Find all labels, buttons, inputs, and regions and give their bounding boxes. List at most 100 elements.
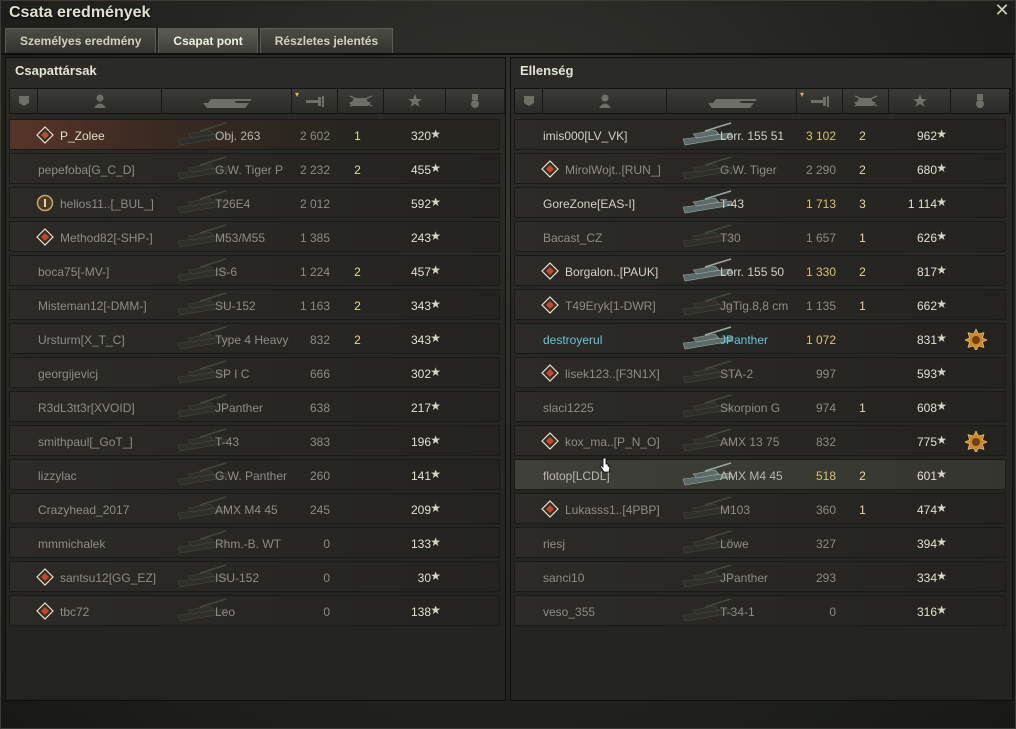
star-icon: ★	[936, 161, 947, 175]
damage-icon	[809, 94, 831, 108]
player-name: imis000[LV_VK]	[543, 129, 628, 143]
star-icon: ★	[430, 263, 441, 277]
tab-detailed-report[interactable]: Részletes jelentés	[259, 28, 394, 53]
enemy-player-row[interactable]: destroyerul JPanther 1 072 831 ★	[514, 323, 1006, 354]
enemy-sort-medal-button[interactable]	[951, 89, 1010, 113]
team-sort-xp-star-button[interactable]	[384, 89, 446, 113]
enemy-sort-player-button[interactable]	[543, 89, 667, 113]
enemy-player-row[interactable]: slaci1225 Skorpion G 974 1 608 ★	[514, 391, 1006, 422]
enemy-player-row[interactable]: riesj Löwe 327 394 ★	[514, 527, 1006, 558]
team-player-row[interactable]: tbc72 Leo 0 138 ★	[9, 595, 500, 626]
team-list: P_Zolee Obj. 263 2 602 1 320 ★ pepefoba[G_C_D]…	[9, 119, 500, 629]
team-player-row[interactable]: lizzylac G.W. Panther 260 141 ★	[9, 459, 500, 490]
medal-icon	[975, 93, 985, 109]
enemy-player-row[interactable]: kox_ma..[P_N_O] AMX 13 75 832 775 ★	[514, 425, 1006, 456]
xp-value: 196	[410, 435, 431, 449]
player-name: Lukasss1..[4PBP]	[565, 503, 660, 517]
enemy-player-row[interactable]: flotop[LCDL] AMX M4 45 518 2 601 ★	[514, 459, 1006, 490]
xp-value: 343	[410, 333, 431, 347]
kills-value: 2	[859, 163, 866, 177]
diamond-icon	[36, 602, 54, 620]
player-name: P_Zolee	[60, 129, 105, 143]
kills-value: 1	[354, 129, 361, 143]
enemy-player-row[interactable]: Lukasss1..[4PBP] M103 360 1 474 ★	[514, 493, 1006, 524]
star-icon: ★	[936, 127, 947, 141]
enemy-player-row[interactable]: MirolWojt..[RUN_] G.W. Tiger 2 290 2 680 ★	[514, 153, 1006, 184]
enemy-player-row[interactable]: lisek123..[F3N1X] STA-2 997 593 ★	[514, 357, 1006, 388]
team-sort-platoon-button[interactable]	[10, 89, 38, 113]
player-name: tbc72	[60, 605, 90, 619]
enemy-player-row[interactable]: GoreZone[EAS-I] T-43 1 713 3 1 114 ★	[514, 187, 1006, 218]
player-name: T49Eryk[1-DWR]	[565, 299, 656, 313]
damage-value: 1 330	[805, 265, 836, 279]
enemy-sort-xp-star-button[interactable]	[889, 89, 951, 113]
enemy-player-row[interactable]: Bacast_CZ T30 1 657 1 626 ★	[514, 221, 1006, 252]
team-sort-damage-button[interactable]: ▾	[292, 89, 338, 113]
xp-value: 343	[410, 299, 431, 313]
xp-value: 662	[916, 299, 937, 313]
diamond-icon	[541, 296, 559, 314]
enemy-sort-vehicle-button[interactable]	[667, 89, 797, 113]
enemy-sort-damage-button[interactable]: ▾	[797, 89, 843, 113]
team-sort-vehicle-button[interactable]	[162, 89, 292, 113]
player-name: santsu12[GG_EZ]	[60, 571, 157, 585]
enemy-player-row[interactable]: imis000[LV_VK] Lorr. 155 51 3 102 2 962 ★	[514, 119, 1006, 150]
team-player-row[interactable]: smithpaul[_GoT_] T-43 383 196 ★	[9, 425, 500, 456]
star-icon: ★	[936, 603, 947, 617]
team-player-row[interactable]: P_Zolee Obj. 263 2 602 1 320 ★	[9, 119, 500, 150]
sort-arrow-icon: ▾	[800, 90, 805, 99]
team-player-row[interactable]: Ursturm[X_T_C] Type 4 Heavy 832 2 343 ★	[9, 323, 500, 354]
tab-team-score[interactable]: Csapat pont	[158, 28, 258, 53]
enemy-panel-title: Ellenség	[520, 63, 574, 78]
team-sort-player-button[interactable]	[38, 89, 162, 113]
team-player-row[interactable]: Method82[-SHP-] M53/M55 1 385 243 ★	[9, 221, 500, 252]
vehicle-name: SU-152	[215, 299, 256, 313]
tab-bar: Személyes eredmény Csapat pont Részletes…	[5, 28, 395, 53]
star-icon: ★	[936, 399, 947, 413]
xp-value: 209	[410, 503, 431, 517]
enemy-sort-kills-button[interactable]	[843, 89, 889, 113]
close-icon[interactable]: ✕	[993, 1, 1011, 19]
team-player-row[interactable]: mmmichalek Rhm.-B. WT 0 133 ★	[9, 527, 500, 558]
damage-value: 0	[829, 605, 836, 619]
team-player-row[interactable]: pepefoba[G_C_D] G.W. Tiger P2 232 2 455 ★	[9, 153, 500, 184]
team-player-row[interactable]: Misteman12[-DMM-] SU-152 1 163 2 343 ★	[9, 289, 500, 320]
damage-value: 293	[815, 571, 836, 585]
kills-value: 2	[354, 163, 361, 177]
xp-value: 680	[916, 163, 937, 177]
star-icon: ★	[430, 535, 441, 549]
vehicle-icon	[704, 93, 760, 109]
tab-personal-results[interactable]: Személyes eredmény	[5, 28, 157, 53]
kills-value: 1	[859, 503, 866, 517]
xp-value: 334	[916, 571, 937, 585]
diamond-icon	[541, 432, 559, 450]
team-sort-medal-button[interactable]	[446, 89, 505, 113]
damage-value: 2 290	[805, 163, 836, 177]
team-player-row[interactable]: R3dL3tt3r[XVOID] JPanther 638 217 ★	[9, 391, 500, 422]
team-player-row[interactable]: helios11..[_BUL_] T26E4 2 012 592 ★	[9, 187, 500, 218]
team-sort-kills-button[interactable]	[338, 89, 384, 113]
player-name: Ursturm[X_T_C]	[38, 333, 125, 347]
enemy-sort-platoon-button[interactable]	[515, 89, 543, 113]
damage-value: 245	[309, 503, 330, 517]
team-player-row[interactable]: boca75[-MV-] IS-6 1 224 2 457 ★	[9, 255, 500, 286]
enemy-player-row[interactable]: veso_355 T-34-1 0 316 ★	[514, 595, 1006, 626]
vehicle-name: SP I C	[215, 367, 250, 381]
kills-value: 2	[859, 469, 866, 483]
team-player-row[interactable]: Crazyhead_2017 AMX M4 45 245 209 ★	[9, 493, 500, 524]
team-player-row[interactable]: georgijevicj SP I C 666 302 ★	[9, 357, 500, 388]
player-name: kox_ma..[P_N_O]	[565, 435, 660, 449]
xp-value: 831	[916, 333, 937, 347]
enemy-player-row[interactable]: Borgalon..[PAUK] Lorr. 155 50 1 330 2 817 ★	[514, 255, 1006, 286]
player-name: Crazyhead_2017	[38, 503, 130, 517]
star-icon: ★	[430, 229, 441, 243]
medal-icon[interactable]	[963, 430, 989, 454]
kills-icon	[851, 94, 881, 108]
star-icon: ★	[430, 603, 441, 617]
damage-icon	[304, 94, 326, 108]
medal-icon[interactable]	[963, 328, 989, 352]
team-player-row[interactable]: santsu12[GG_EZ] ISU-152 0 30 ★	[9, 561, 500, 592]
enemy-player-row[interactable]: sanci10 JPanther 293 334 ★	[514, 561, 1006, 592]
enemy-player-row[interactable]: T49Eryk[1-DWR] JgTig.8,8 cm 1 135 1 662 ★	[514, 289, 1006, 320]
damage-value: 2 012	[299, 197, 330, 211]
